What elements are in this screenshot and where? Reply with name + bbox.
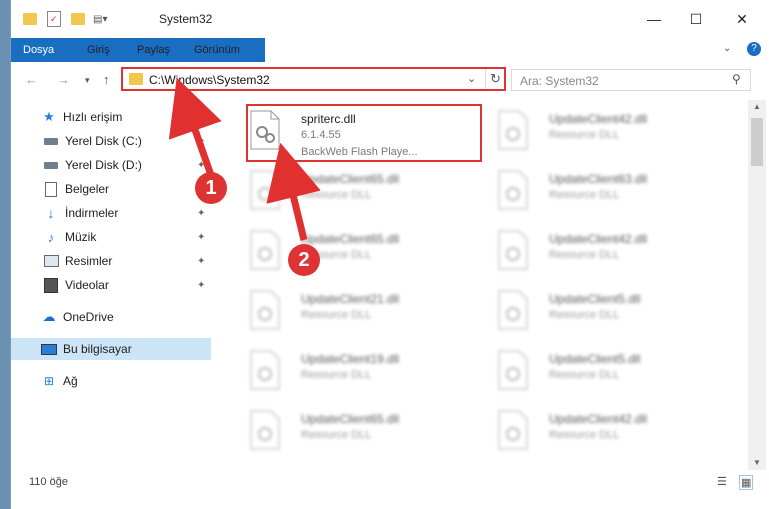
step-badge-1: 1 bbox=[195, 172, 227, 204]
step-badge-2: 2 bbox=[288, 244, 320, 276]
arrow-to-file bbox=[266, 142, 321, 241]
annotation-overlay bbox=[168, 77, 321, 241]
arrow-to-address-bar bbox=[168, 77, 222, 180]
